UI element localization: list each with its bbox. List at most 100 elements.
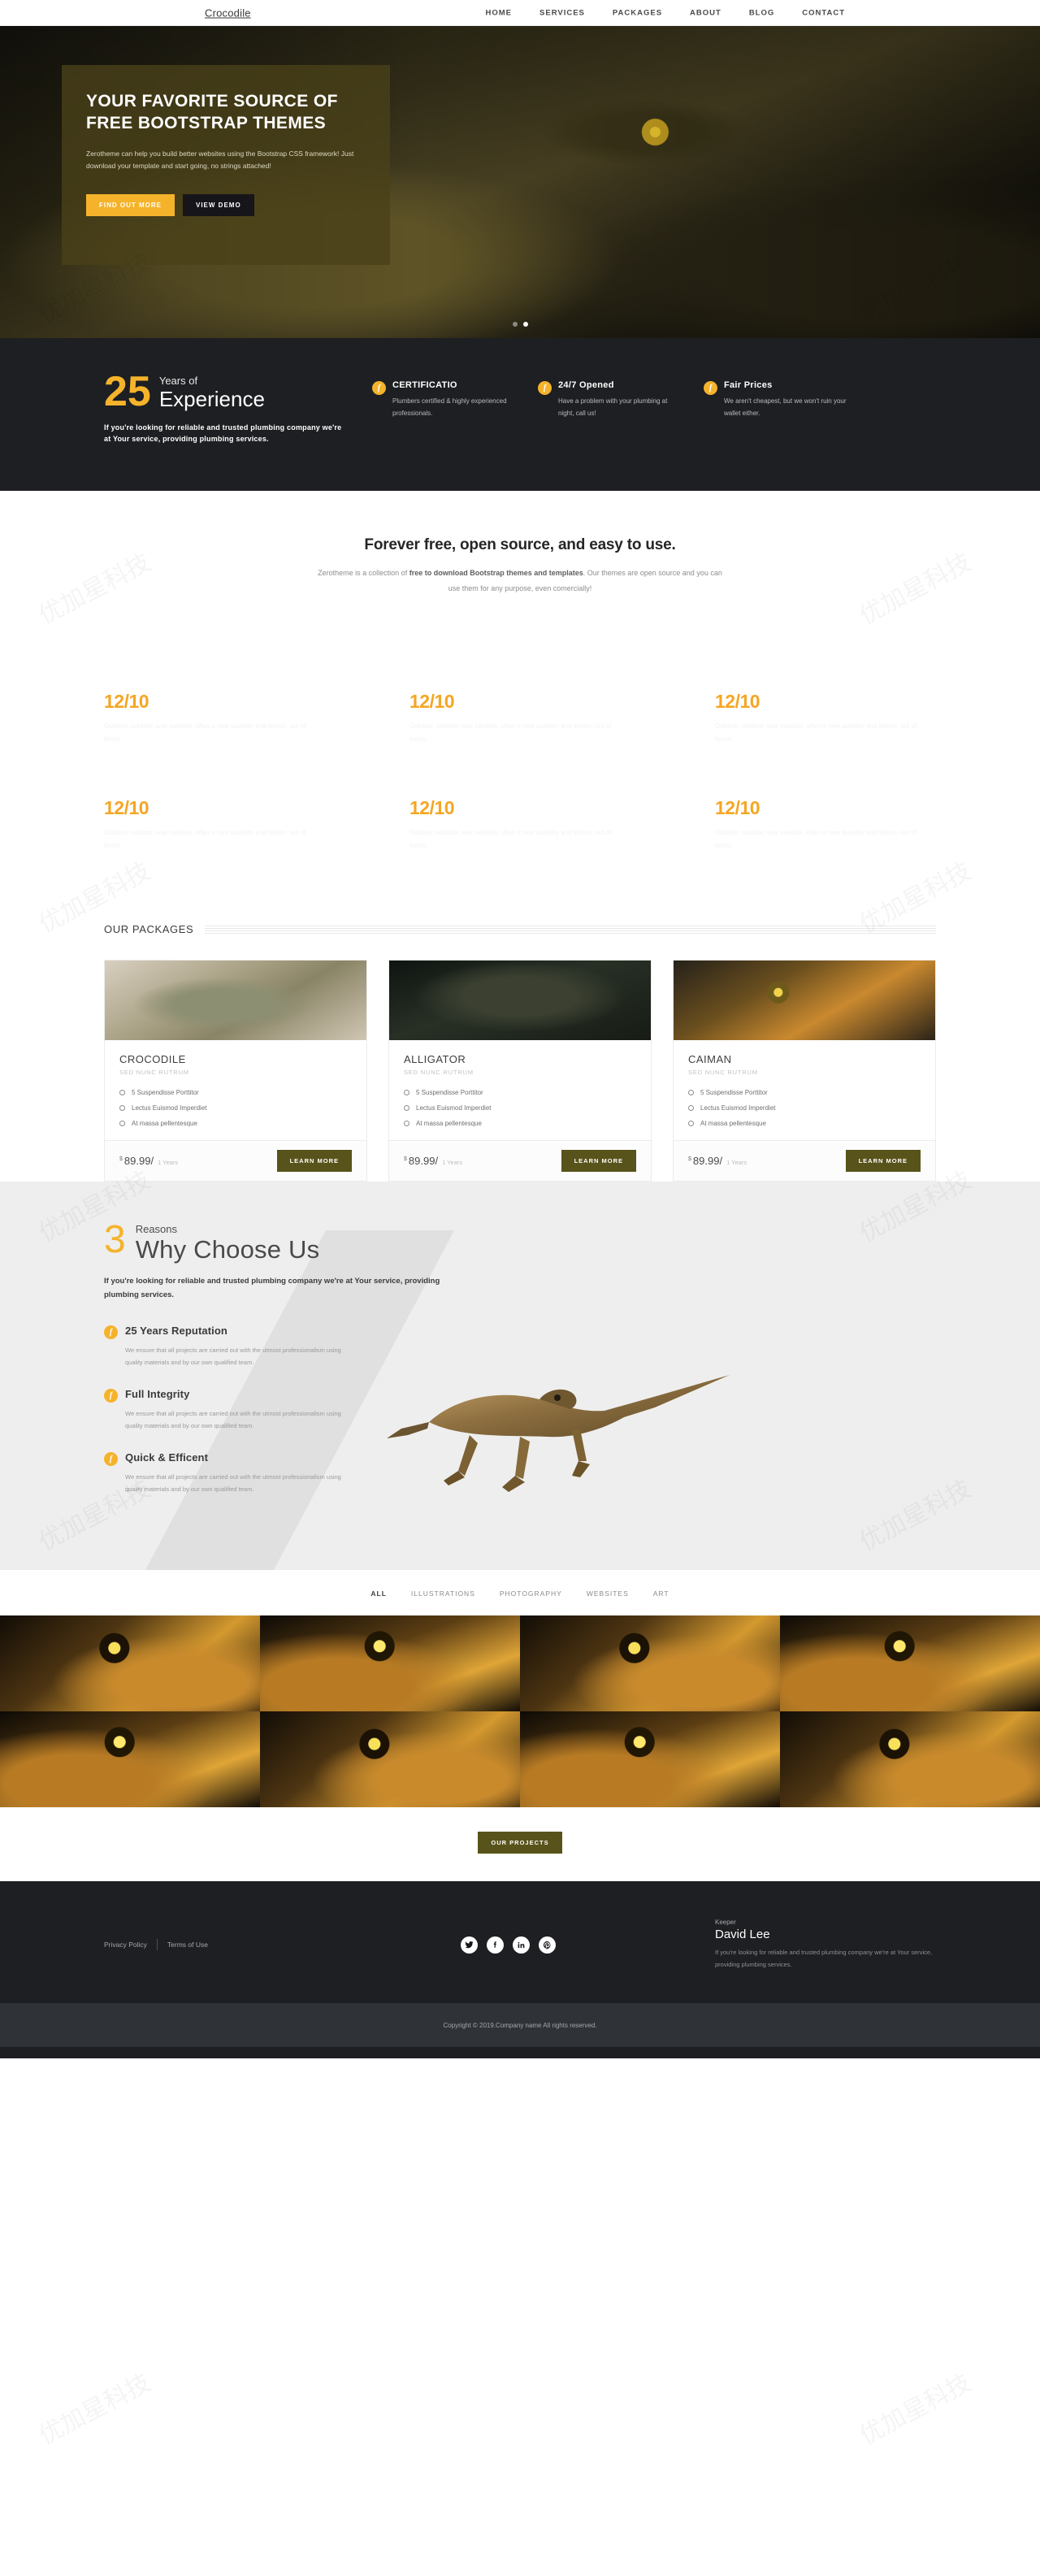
- reason-item-quick: f Quick & Efficent We ensure that all pr…: [104, 1451, 348, 1495]
- nav-item-services[interactable]: SERVICES: [540, 8, 585, 17]
- package-feature: 5 Suspendisse Porttitor: [404, 1089, 636, 1096]
- package-card-crocodile[interactable]: CROCODILE SED NUNC RUTRUM 5 Suspendisse …: [104, 960, 367, 1182]
- package-feature-label: At massa pellentesque: [700, 1120, 766, 1128]
- footer-bottom-strip: [0, 2047, 1040, 2059]
- package-subtitle: SED NUNC RUTRUM: [404, 1069, 474, 1077]
- filter-art[interactable]: ART: [653, 1589, 670, 1598]
- package-feature-list: 5 Suspendisse Porttitor Lectus Euismod I…: [688, 1089, 921, 1127]
- learn-more-button[interactable]: LEARN MORE: [845, 1150, 921, 1173]
- feature-fair-prices: f Fair Prices We aren't cheapest, but we…: [704, 380, 848, 445]
- portfolio-grid: [0, 1615, 1040, 1808]
- circle-bullet-icon: [404, 1105, 410, 1112]
- portfolio-section: ALL ILLUSTRATIONS PHOTOGRAPHY WEBSITES A…: [0, 1570, 1040, 1882]
- experience-years-label: Years of: [158, 375, 198, 387]
- pinterest-icon[interactable]: [538, 1936, 556, 1954]
- privacy-policy-link[interactable]: Privacy Policy: [104, 1941, 147, 1949]
- filter-websites[interactable]: WEBSITES: [587, 1589, 629, 1598]
- nav-item-home[interactable]: HOME: [486, 8, 513, 17]
- reason-item-reputation: f 25 Years Reputation We ensure that all…: [104, 1325, 348, 1368]
- stat-number: 12/10: [104, 797, 150, 819]
- intro-section: Forever free, open source, and easy to u…: [0, 491, 1040, 617]
- find-out-more-button[interactable]: FIND OUT MORE: [86, 194, 175, 217]
- portfolio-tile[interactable]: [780, 1615, 1040, 1712]
- learn-more-button[interactable]: LEARN MORE: [276, 1150, 352, 1173]
- package-feature-list: 5 Suspendisse Porttitor Lectus Euismod I…: [404, 1089, 636, 1127]
- stat-item: 12/10 Outdoor, outdoor, wax sandals, oft…: [410, 691, 630, 745]
- portfolio-tile[interactable]: [780, 1711, 1040, 1808]
- experience-description: If you're looking for reliable and trust…: [104, 423, 342, 444]
- package-image-crocodile: [105, 961, 366, 1041]
- hero-paragraph: Zerotheme can help you build better webs…: [86, 149, 354, 171]
- package-feature: Lectus Euismod Imperdiet: [404, 1104, 636, 1112]
- nav-item-packages[interactable]: PACKAGES: [613, 8, 662, 17]
- why-title: Why Choose Us: [135, 1235, 320, 1264]
- package-feature-label: Lectus Euismod Imperdiet: [700, 1104, 776, 1112]
- feature-opened: f 24/7 Opened Have a problem with your p…: [538, 380, 682, 445]
- portfolio-tile[interactable]: [260, 1711, 520, 1808]
- learn-more-button[interactable]: LEARN MORE: [561, 1150, 636, 1173]
- packages-title: OUR PACKAGES: [104, 923, 194, 936]
- reason-text: We ensure that all projects are carried …: [125, 1410, 341, 1430]
- portfolio-tile[interactable]: [0, 1711, 260, 1808]
- facebook-circle-icon: f: [372, 381, 386, 395]
- copyright-text: Copyright © 2019.Company name All rights…: [443, 2021, 597, 2029]
- nav-item-blog[interactable]: BLOG: [749, 8, 774, 17]
- packages-header: OUR PACKAGES: [104, 923, 936, 935]
- package-card-caiman[interactable]: CAIMAN SED NUNC RUTRUM 5 Suspendisse Por…: [673, 960, 936, 1182]
- circle-bullet-icon: [119, 1121, 125, 1127]
- stat-number: 12/10: [715, 691, 760, 713]
- hero-button-group: FIND OUT MORE VIEW DEMO: [86, 194, 366, 217]
- package-card-alligator[interactable]: ALLIGATOR SED NUNC RUTRUM 5 Suspendisse …: [388, 960, 652, 1182]
- why-choose-us-section: 3 Reasons Why Choose Us If you're lookin…: [0, 1182, 1040, 1571]
- view-demo-button[interactable]: VIEW DEMO: [183, 194, 254, 217]
- watermark: 优加星科技: [852, 2362, 976, 2451]
- package-feature-list: 5 Suspendisse Porttitor Lectus Euismod I…: [119, 1089, 352, 1127]
- filter-all[interactable]: ALL: [370, 1589, 387, 1598]
- stat-item: 12/10 Outdoor, outdoor, wax sandals, oft…: [410, 797, 630, 852]
- hero-slider-dots[interactable]: [0, 322, 1040, 327]
- page-root: Crocodile HOME SERVICES PACKAGES ABOUT B…: [0, 0, 1040, 2450]
- keeper-bio: If you're looking for reliable and trust…: [715, 1949, 933, 1968]
- filter-illustrations[interactable]: ILLUSTRATIONS: [411, 1589, 475, 1598]
- package-feature-label: Lectus Euismod Imperdiet: [416, 1104, 492, 1112]
- package-feature: At massa pellentesque: [404, 1120, 636, 1127]
- portfolio-tile[interactable]: [0, 1615, 260, 1712]
- reason-title: Quick & Efficent: [125, 1451, 209, 1464]
- package-title: CROCODILE: [119, 1053, 186, 1066]
- hero-title: YOUR FAVORITE SOURCE OF FREE BOOTSTRAP T…: [86, 92, 338, 132]
- hero-dot-2-active[interactable]: [522, 322, 528, 327]
- copyright-bar: Copyright © 2019.Company name All rights…: [0, 2003, 1040, 2048]
- nav-item-about[interactable]: ABOUT: [690, 8, 722, 17]
- price-period: 1 Years: [158, 1159, 179, 1167]
- package-feature-label: At massa pellentesque: [132, 1120, 197, 1128]
- feature-title: Fair Prices: [724, 380, 773, 390]
- price-period: 1 Years: [726, 1159, 748, 1167]
- terms-of-use-link[interactable]: Terms of Use: [167, 1941, 208, 1949]
- footer-social-links: [348, 1936, 668, 1954]
- circle-bullet-icon: [688, 1090, 694, 1096]
- reason-text: We ensure that all projects are carried …: [125, 1473, 341, 1494]
- nav-item-contact[interactable]: CONTACT: [802, 8, 845, 17]
- package-title: CAIMAN: [688, 1053, 732, 1066]
- linkedin-icon[interactable]: [512, 1936, 530, 1954]
- stat-number: 12/10: [410, 691, 455, 713]
- portfolio-tile[interactable]: [520, 1615, 780, 1712]
- why-subheading: If you're looking for reliable and trust…: [104, 1276, 440, 1299]
- portfolio-tile[interactable]: [520, 1711, 780, 1808]
- feature-text: Plumbers certified & highly experienced …: [392, 397, 507, 418]
- hero-dot-1[interactable]: [512, 322, 518, 327]
- circle-bullet-icon: [119, 1105, 125, 1112]
- intro-text-bold: free to download Bootstrap themes and te…: [409, 569, 583, 578]
- filter-photography[interactable]: PHOTOGRAPHY: [500, 1589, 562, 1598]
- price-currency: $: [119, 1156, 123, 1163]
- our-projects-button[interactable]: OUR PROJECTS: [478, 1832, 562, 1854]
- twitter-icon[interactable]: [460, 1936, 478, 1954]
- package-feature-label: 5 Suspendisse Porttitor: [132, 1089, 199, 1097]
- portfolio-tile[interactable]: [260, 1615, 520, 1712]
- intro-text-before: Zerotheme is a collection of: [318, 569, 410, 578]
- facebook-icon[interactable]: [486, 1936, 504, 1954]
- brand-logo[interactable]: Crocodile: [205, 7, 251, 19]
- price-period: 1 Years: [442, 1159, 463, 1167]
- intro-heading: Forever free, open source, and easy to u…: [364, 536, 676, 554]
- why-illustration: [348, 1325, 936, 1520]
